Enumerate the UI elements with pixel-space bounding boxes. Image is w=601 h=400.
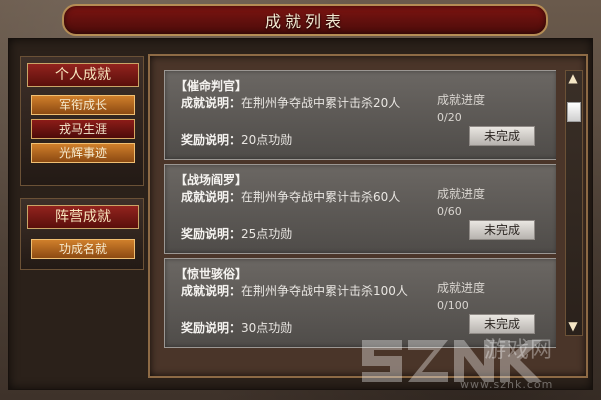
sidebar-item-rank-growth[interactable]: 军衔成长 [31, 95, 135, 115]
achievement-title: 【惊世骇俗】 [175, 267, 248, 281]
status-button[interactable]: 未完成 [469, 126, 535, 146]
achievement-reward: 奖励说明：25点功勋 [181, 225, 292, 242]
watermark-url: www.sznk.com [460, 378, 554, 391]
reward-text: 30点功勋 [241, 321, 293, 335]
personal-achievements-header: 个人成就 [27, 63, 139, 87]
reward-label: 奖励说明： [181, 227, 242, 241]
description-text: 在荆州争夺战中累计击杀100人 [241, 284, 408, 298]
sidebar-item-military-career[interactable]: 戎马生涯 [31, 119, 135, 139]
description-label: 成就说明： [181, 96, 242, 110]
achievement-card: 【催命判官】 成就说明：在荆州争夺战中累计击杀20人 奖励说明：20点功勋 成就… [164, 70, 556, 160]
achievement-description: 成就说明：在荆州争夺战中累计击杀60人 [181, 189, 411, 205]
achievement-description: 成就说明：在荆州争夺战中累计击杀100人 [181, 283, 411, 299]
progress-value: 0/60 [437, 205, 462, 218]
title-bar: 成就列表 [62, 4, 548, 36]
achievement-title: 【催命判官】 [175, 79, 248, 93]
description-label: 成就说明： [181, 190, 242, 204]
reward-label: 奖励说明： [181, 133, 242, 147]
achievement-title: 【战场阎罗】 [175, 173, 248, 187]
description-label: 成就说明： [181, 284, 242, 298]
scrollbar-thumb[interactable] [567, 102, 581, 122]
achievement-reward: 奖励说明：30点功勋 [181, 319, 292, 336]
progress-value: 0/100 [437, 299, 469, 312]
progress-label: 成就进度 [437, 93, 486, 107]
progress-value: 0/20 [437, 111, 462, 124]
description-text: 在荆州争夺战中累计击杀60人 [241, 190, 401, 204]
reward-text: 20点功勋 [241, 133, 293, 147]
watermark-text: 游戏网 [484, 338, 554, 363]
scroll-up-icon[interactable]: ▲ [565, 70, 581, 86]
personal-achievements-section: 个人成就 军衔成长 戎马生涯 光辉事迹 [20, 56, 144, 186]
page-title: 成就列表 [264, 12, 345, 31]
sidebar-item-glorious-deeds[interactable]: 光辉事迹 [31, 143, 135, 163]
status-button[interactable]: 未完成 [469, 220, 535, 240]
camp-achievements-section: 阵营成就 功成名就 [20, 198, 144, 270]
achievement-reward: 奖励说明：20点功勋 [181, 131, 292, 148]
progress-label: 成就进度 [437, 281, 486, 295]
achievement-description: 成就说明：在荆州争夺战中累计击杀20人 [181, 95, 411, 111]
camp-achievements-header: 阵营成就 [27, 205, 139, 229]
sidebar-item-fame[interactable]: 功成名就 [31, 239, 135, 259]
achievement-list: 【催命判官】 成就说明：在荆州争夺战中累计击杀20人 奖励说明：20点功勋 成就… [164, 70, 556, 370]
reward-text: 25点功勋 [241, 227, 293, 241]
achievement-card: 【战场阎罗】 成就说明：在荆州争夺战中累计击杀60人 奖励说明：25点功勋 成就… [164, 164, 556, 254]
description-text: 在荆州争夺战中累计击杀20人 [241, 96, 401, 110]
reward-label: 奖励说明： [181, 321, 242, 335]
progress-label: 成就进度 [437, 187, 486, 201]
